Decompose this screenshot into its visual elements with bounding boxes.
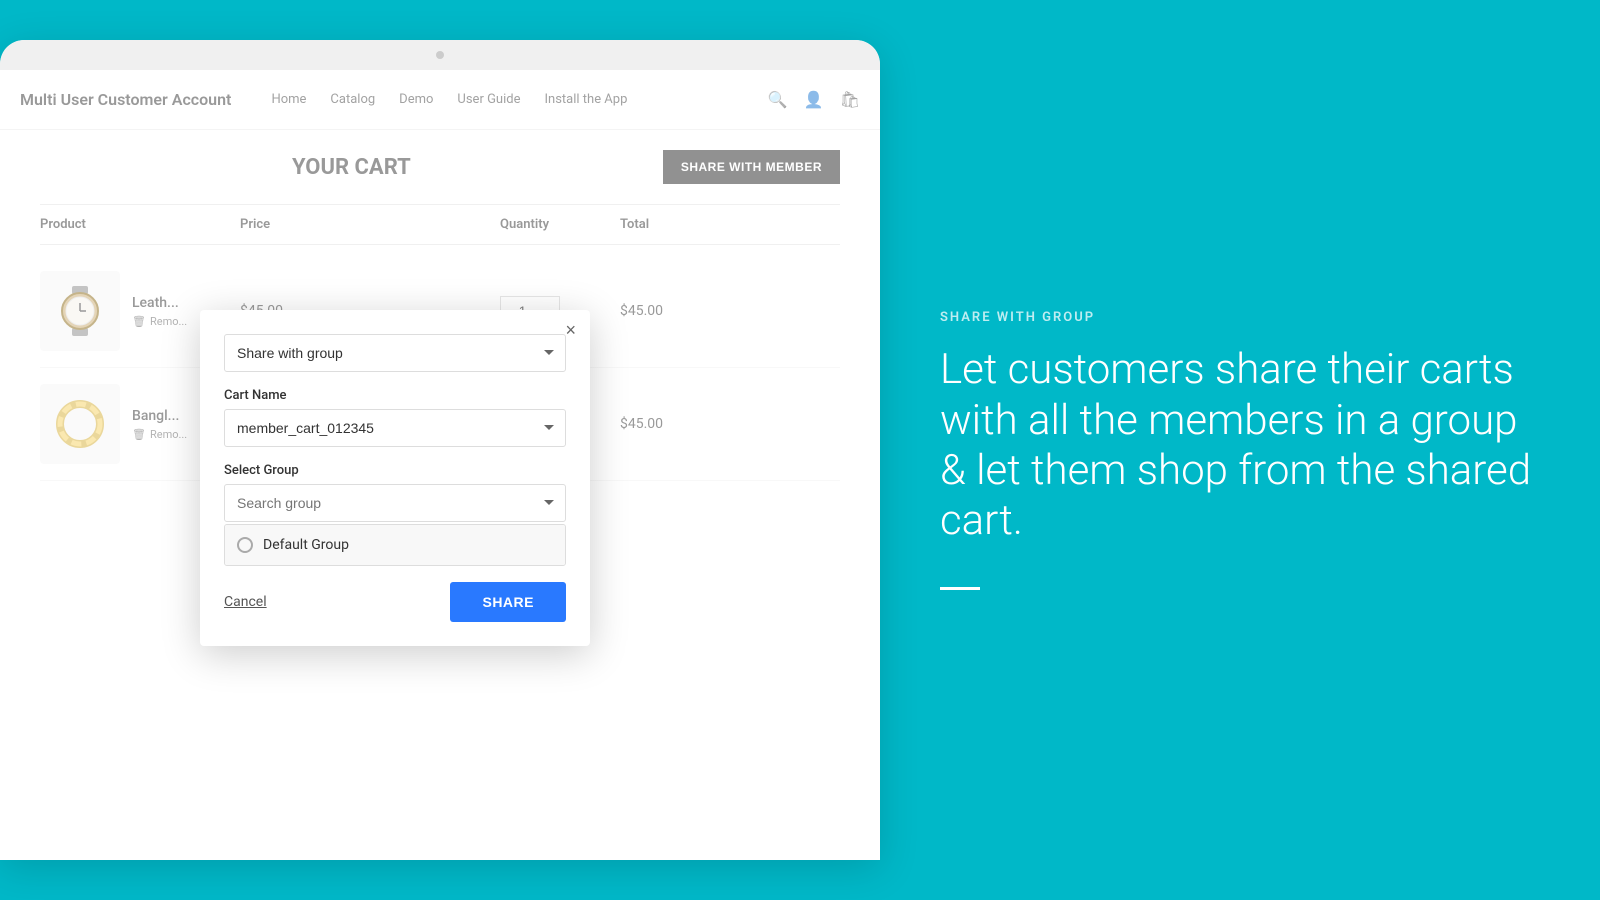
group-option-label: Default Group — [263, 537, 349, 553]
laptop-frame: Multi User Customer Account Home Catalog… — [0, 40, 880, 860]
laptop-notch — [0, 40, 880, 70]
right-panel: SHARE WITH GROUP Let customers share the… — [880, 0, 1600, 900]
share-button[interactable]: SHARE — [450, 582, 566, 622]
notch-dot — [436, 51, 444, 59]
feature-underline — [940, 587, 980, 590]
cart-name-row: Cart Name member_cart_012345 — [224, 388, 566, 447]
action-select[interactable]: Share with group — [224, 334, 566, 372]
group-dropdown: Default Group — [224, 524, 566, 566]
group-option-default[interactable]: Default Group — [225, 525, 565, 565]
select-group-label: Select Group — [224, 463, 566, 478]
search-group-input[interactable] — [224, 484, 566, 522]
cart-name-label: Cart Name — [224, 388, 566, 403]
feature-label: SHARE WITH GROUP — [940, 310, 1540, 325]
modal-actions: Cancel SHARE — [224, 582, 566, 622]
action-select-row: Share with group — [224, 334, 566, 372]
share-group-modal: × Share with group Cart Name member_cart… — [200, 310, 590, 646]
cart-name-select[interactable]: member_cart_012345 — [224, 409, 566, 447]
search-group-container — [224, 484, 566, 522]
cancel-button[interactable]: Cancel — [224, 594, 267, 610]
select-group-row: Select Group Default Group — [224, 463, 566, 566]
feature-headline: Let customers share their carts with all… — [940, 345, 1540, 547]
radio-default-group[interactable] — [237, 537, 253, 553]
modal-close-button[interactable]: × — [565, 320, 576, 341]
laptop-screen: Multi User Customer Account Home Catalog… — [0, 70, 880, 860]
left-panel: Multi User Customer Account Home Catalog… — [0, 0, 880, 900]
